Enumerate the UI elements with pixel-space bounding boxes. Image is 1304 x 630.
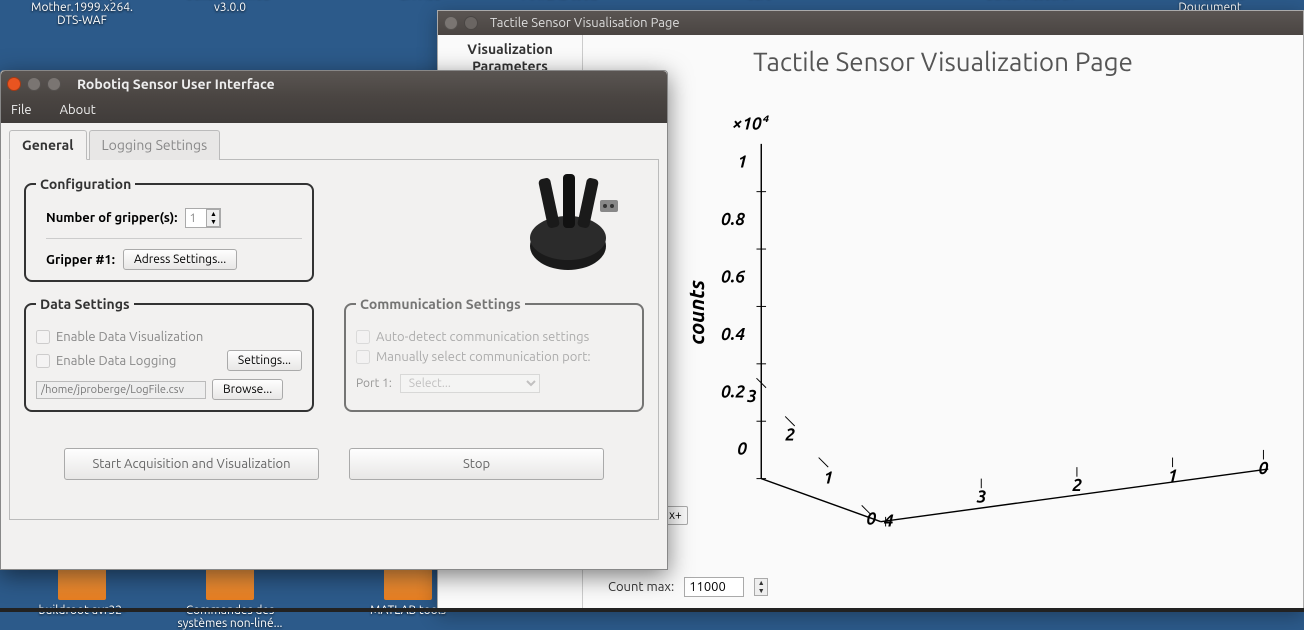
start-acquisition-button[interactable]: Start Acquisition and Visualization — [64, 448, 319, 480]
page-title: Tactile Sensor Visualization Page — [591, 47, 1295, 76]
close-icon[interactable] — [7, 77, 21, 91]
menu-file[interactable]: File — [7, 101, 36, 119]
desktop-icon[interactable]: buildroot-avr32-v3.0.0 — [170, 0, 290, 14]
svg-text:0: 0 — [866, 510, 876, 529]
num-grippers-spinner[interactable]: ▲▼ — [206, 209, 220, 227]
svg-text:2: 2 — [1072, 476, 1082, 495]
menu-about[interactable]: About — [56, 101, 100, 119]
desktop-icon-label: All.About.My.Mother.1999.x264.DTS-WAF — [22, 0, 142, 27]
config-legend: Configuration — [36, 176, 135, 192]
desktop-icon[interactable]: GPA435 — [360, 0, 480, 1]
svg-text:2: 2 — [785, 425, 795, 444]
svg-text:0.4: 0.4 — [721, 325, 745, 344]
svg-text:1: 1 — [823, 468, 833, 487]
svg-text:3: 3 — [746, 387, 757, 406]
enable-viz-checkbox[interactable] — [36, 330, 50, 344]
gripper-image — [508, 168, 628, 278]
svg-text:0.6: 0.6 — [721, 268, 745, 287]
maximize-icon[interactable] — [47, 77, 61, 91]
robotiq-titlebar[interactable]: Robotiq Sensor User Interface — [1, 71, 667, 97]
num-grippers-input[interactable] — [186, 209, 206, 227]
svg-text:×10⁴: ×10⁴ — [733, 114, 770, 133]
svg-text:0: 0 — [1259, 459, 1269, 478]
desktop-icon[interactable]: Commandes dessystèmes non-liné... — [170, 560, 290, 630]
stop-button[interactable]: Stop — [349, 448, 604, 480]
count-max-spinner[interactable]: ▲▼ — [754, 578, 768, 596]
viz-titlebar[interactable]: Tactile Sensor Visualisation Page — [438, 11, 1303, 35]
taskbar — [0, 608, 1304, 612]
communication-settings-group: Communication Settings Auto-detect commu… — [344, 296, 644, 412]
manual-port-label: Manually select communication port: — [376, 350, 591, 364]
configuration-group: Configuration Number of gripper(s): ▲▼ G… — [24, 176, 314, 282]
tab-general[interactable]: General — [9, 130, 87, 160]
browse-button[interactable]: Browse... — [212, 379, 283, 400]
chart-3d-axes: 0 0.2 0.4 0.6 0.8 1 ×10⁴ counts — [591, 96, 1295, 536]
close-icon[interactable] — [444, 16, 458, 30]
comm-legend: Communication Settings — [356, 296, 525, 312]
data-settings-legend: Data Settings — [36, 296, 134, 312]
enable-viz-label: Enable Data Visualization — [56, 330, 203, 344]
chevron-down-icon[interactable]: ▼ — [755, 587, 767, 595]
gripper1-label: Gripper #1: — [46, 253, 115, 267]
count-max-label: Count max: — [608, 580, 674, 594]
svg-text:0.2: 0.2 — [721, 382, 745, 401]
desktop-icon[interactable]: All.About.My.Mother.1999.x264.DTS-WAF — [22, 0, 142, 27]
svg-text:4: 4 — [884, 511, 894, 530]
svg-text:0.8: 0.8 — [721, 210, 745, 229]
robotiq-window-title: Robotiq Sensor User Interface — [77, 76, 275, 92]
desktop-icon-label: MATLAB tools — [500, 0, 620, 1]
port1-select[interactable]: Select... — [400, 374, 540, 393]
menubar: File About — [1, 97, 667, 123]
chevron-up-icon[interactable]: ▲ — [207, 210, 219, 218]
data-settings-group: Data Settings Enable Data Visualization … — [24, 296, 314, 412]
tab-logging[interactable]: Logging Settings — [89, 130, 221, 160]
minimize-icon[interactable] — [464, 16, 478, 30]
chevron-down-icon[interactable]: ▼ — [207, 218, 219, 226]
log-settings-button[interactable]: Settings... — [227, 350, 302, 371]
desktop-icon[interactable]: MATLAB tools — [500, 0, 620, 1]
desktop-icon[interactable]: Safe — [700, 0, 820, 1]
viz-window-title: Tactile Sensor Visualisation Page — [490, 16, 680, 30]
desktop-icon[interactable]: Baxter Research — [970, 0, 1090, 1]
enable-log-checkbox[interactable] — [36, 354, 50, 368]
logfile-path-input[interactable] — [36, 381, 206, 399]
enable-log-label: Enable Data Logging — [56, 354, 176, 368]
port1-label: Port 1: — [356, 377, 392, 390]
svg-text:1: 1 — [1168, 466, 1178, 485]
svg-text:counts: counts — [684, 280, 708, 345]
chevron-up-icon[interactable]: ▲ — [755, 579, 767, 587]
tab-strip: General Logging Settings — [9, 129, 659, 160]
svg-text:3: 3 — [975, 488, 986, 507]
minimize-icon[interactable] — [27, 77, 41, 91]
desktop-icon-label: Baxter Research — [970, 0, 1090, 1]
desktop-icon-label: Safe — [700, 0, 820, 1]
count-max-input[interactable] — [684, 577, 744, 597]
desktop-icon-label: GPA435 — [360, 0, 480, 1]
num-grippers-label: Number of gripper(s): — [46, 211, 177, 225]
auto-detect-label: Auto-detect communication settings — [376, 330, 589, 344]
address-settings-button[interactable]: Adress Settings... — [123, 249, 237, 270]
robotiq-window: Robotiq Sensor User Interface File About… — [0, 70, 668, 570]
auto-detect-checkbox[interactable] — [356, 330, 370, 344]
desktop-icon-label: buildroot-avr32-v3.0.0 — [170, 0, 290, 14]
manual-port-checkbox[interactable] — [356, 350, 370, 364]
svg-text:1: 1 — [737, 153, 747, 172]
svg-text:0: 0 — [737, 440, 747, 459]
